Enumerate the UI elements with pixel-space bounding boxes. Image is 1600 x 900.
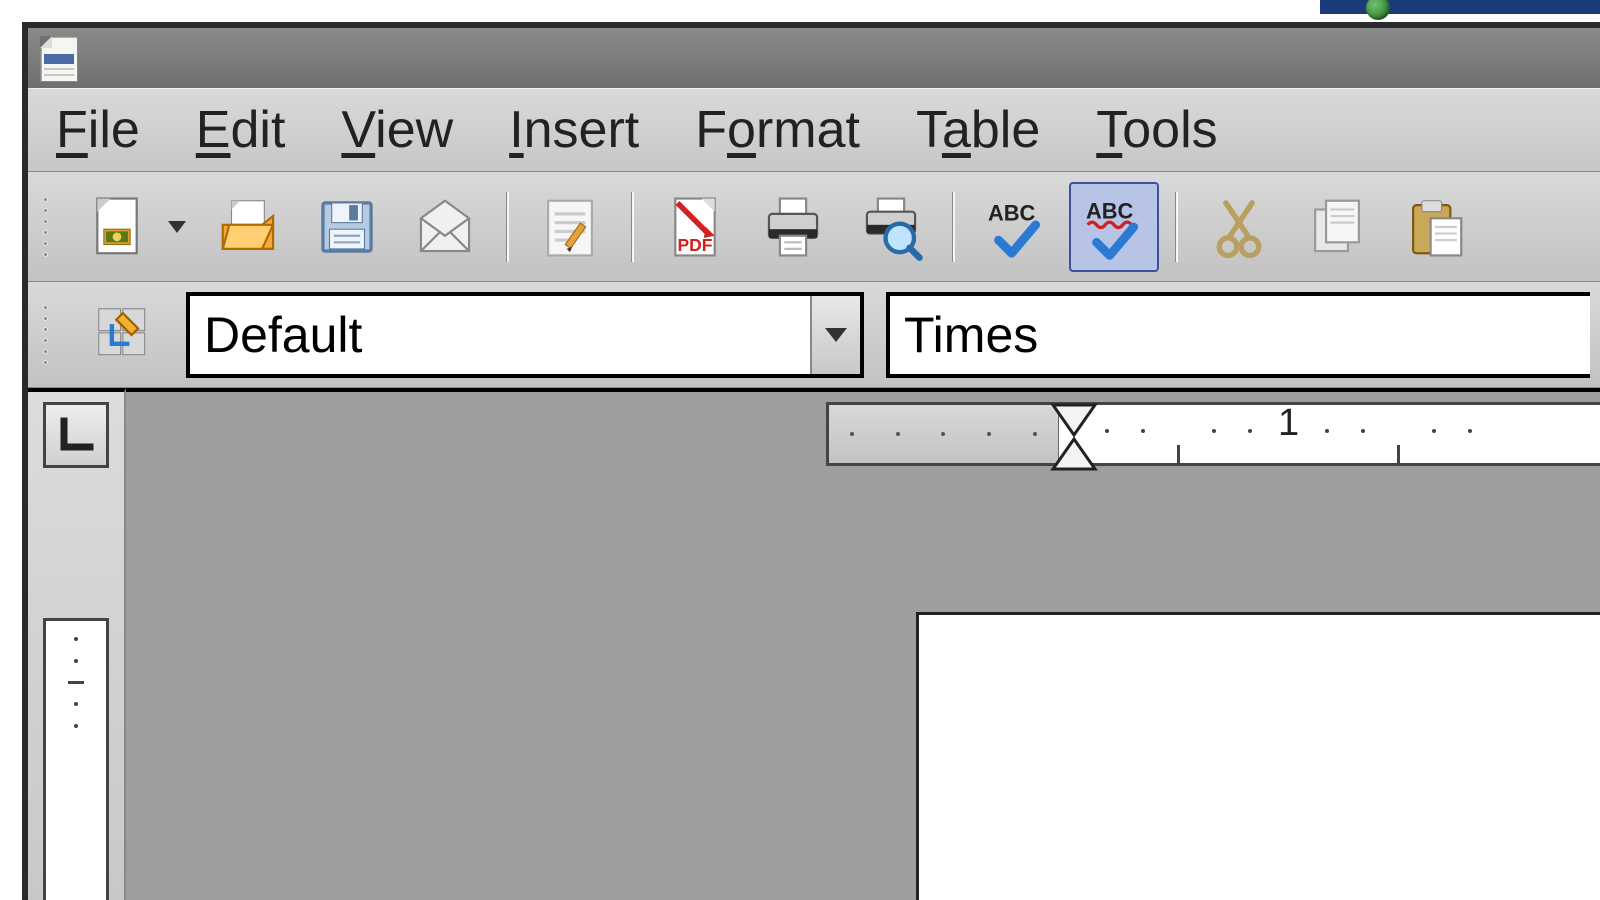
menu-table[interactable]: Table [916,100,1040,160]
paste-button[interactable] [1390,182,1480,272]
ruler-margin-zone[interactable] [829,405,1059,463]
menu-edit[interactable]: Edit [196,100,286,160]
tab-stop-type-button[interactable] [43,402,109,468]
spellcheck-button[interactable]: ABC [971,182,1061,272]
open-button[interactable] [204,182,294,272]
toolbar-separator [952,192,955,262]
save-button[interactable] [302,182,392,272]
document-icon [34,32,86,84]
titlebar[interactable] [28,28,1600,88]
new-document-dropdown[interactable] [168,221,186,233]
edit-document-button[interactable] [525,182,615,272]
new-document-button[interactable] [72,182,162,272]
toolbar-grip[interactable] [38,305,52,365]
document-page[interactable] [916,612,1600,900]
font-name-input[interactable] [890,296,1590,374]
vertical-ruler[interactable] [43,618,109,900]
print-button[interactable] [748,182,838,272]
paragraph-style-input[interactable] [190,296,810,374]
desktop-top-strip [0,0,1600,20]
styles-and-formatting-button[interactable] [86,296,164,374]
document-area: 1 [28,388,1600,900]
auto-spellcheck-button[interactable]: ABC [1069,182,1159,272]
font-name-combo[interactable] [886,292,1590,378]
toolbar-separator [631,192,634,262]
formatting-toolbar [28,282,1600,388]
ruler-number: 1 [1278,402,1299,445]
print-preview-button[interactable] [846,182,936,272]
menu-format[interactable]: Format [695,100,860,160]
menu-insert[interactable]: Insert [509,100,639,160]
document-viewport[interactable]: 1 [126,388,1600,900]
left-gutter [28,388,126,900]
copy-button[interactable] [1292,182,1382,272]
email-button[interactable] [400,182,490,272]
export-pdf-button[interactable]: PDF [650,182,740,272]
toolbar-separator [1175,192,1178,262]
menu-file[interactable]: File [56,100,140,160]
menubar: File Edit View Insert Format Table Tools [28,88,1600,172]
paragraph-style-combo[interactable] [186,292,864,378]
svg-text:ABC: ABC [988,200,1036,225]
horizontal-ruler-wrap: 1 [126,402,1600,472]
menu-view[interactable]: View [341,100,453,160]
off-screen-panel [1320,0,1600,14]
toolbar-separator [506,192,509,262]
svg-text:ABC: ABC [1086,198,1134,223]
menu-tools[interactable]: Tools [1096,100,1217,160]
paragraph-style-dropdown[interactable] [810,296,860,374]
horizontal-ruler[interactable]: 1 [826,402,1600,466]
svg-text:PDF: PDF [678,235,713,255]
cut-button[interactable] [1194,182,1284,272]
globe-icon [1366,0,1390,20]
application-window: File Edit View Insert Format Table Tools [22,22,1600,900]
toolbar-grip[interactable] [38,197,52,257]
standard-toolbar: PDF ABC [28,172,1600,282]
